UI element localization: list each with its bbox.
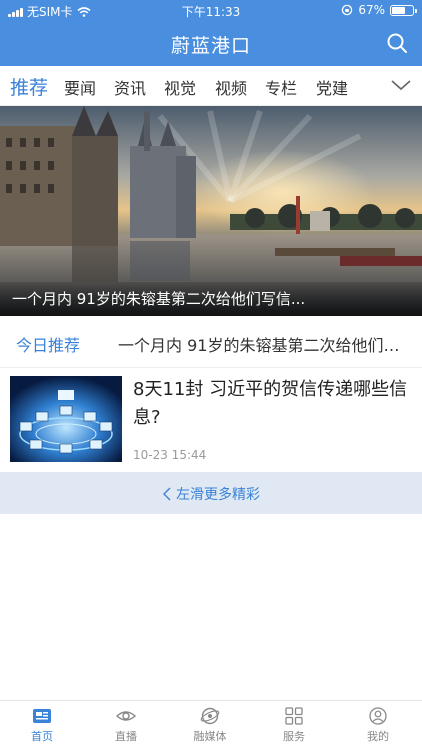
swipe-hint-text: 左滑更多精彩 <box>176 487 260 503</box>
bottom-navigation: 首页 直播 融媒体 服务 我的 <box>0 700 422 750</box>
hero-banner[interactable]: 一个月内 91岁的朱镕基第二次给他们写信... <box>0 106 422 316</box>
eye-icon <box>116 711 136 721</box>
app-header: 蔚蓝港口 <box>0 20 422 66</box>
tab-column[interactable]: 专栏 <box>265 75 297 99</box>
tab-visual[interactable]: 视觉 <box>164 75 196 99</box>
news-title[interactable]: 8天11封 习近平的贺信传递哪些信息? <box>133 376 409 432</box>
tab-party[interactable]: 党建 <box>316 75 348 99</box>
swipe-more-bar[interactable]: 左滑更多精彩 <box>0 472 422 514</box>
battery-percent: 67% <box>358 3 385 17</box>
nav-media[interactable]: 融媒体 <box>168 707 252 744</box>
search-icon[interactable] <box>386 32 408 54</box>
tab-news[interactable]: 资讯 <box>114 75 146 99</box>
orientation-lock-icon <box>342 4 353 16</box>
chevron-left-icon <box>163 487 171 501</box>
category-tabs: 推荐 要闻 资讯 视觉 视频 专栏 党建 <box>0 66 422 106</box>
app-title: 蔚蓝港口 <box>170 35 251 57</box>
chevron-down-icon[interactable] <box>390 77 412 93</box>
nav-live[interactable]: 直播 <box>84 707 168 744</box>
news-thumbnail <box>10 376 122 462</box>
tab-headlines[interactable]: 要闻 <box>64 75 96 99</box>
battery-icon <box>390 4 417 16</box>
nav-mine[interactable]: 我的 <box>336 707 420 744</box>
news-time: 10-23 15:44 <box>133 448 207 462</box>
nav-service-label: 服务 <box>283 730 305 743</box>
nav-home-label: 首页 <box>31 730 53 743</box>
user-icon <box>369 707 387 725</box>
nav-live-label: 直播 <box>115 730 137 743</box>
nav-mine-label: 我的 <box>367 730 389 743</box>
globe-icon <box>200 707 220 725</box>
home-news-icon <box>33 709 51 723</box>
hero-caption: 一个月内 91岁的朱镕基第二次给他们写信... <box>0 282 422 316</box>
network-image <box>10 376 122 462</box>
today-text[interactable]: 一个月内 91岁的朱镕基第二次给他们写信 <box>118 332 410 356</box>
nav-service[interactable]: 服务 <box>252 707 336 744</box>
tab-video[interactable]: 视频 <box>215 75 247 99</box>
nav-media-label: 融媒体 <box>193 730 227 743</box>
status-bar: 无SIM卡 下午11:33 67% <box>0 0 422 20</box>
news-item[interactable]: 8天11封 习近平的贺信传递哪些信息? 10-23 15:44 <box>0 368 422 472</box>
tab-recommend[interactable]: 推荐 <box>10 73 48 100</box>
status-right: 67% <box>341 3 417 17</box>
today-recommend[interactable]: 今日推荐 一个月内 91岁的朱镕基第二次给他们写信 <box>0 316 422 368</box>
nav-home[interactable]: 首页 <box>0 707 84 744</box>
grid-icon <box>285 707 303 725</box>
today-label: 今日推荐 <box>16 336 81 355</box>
